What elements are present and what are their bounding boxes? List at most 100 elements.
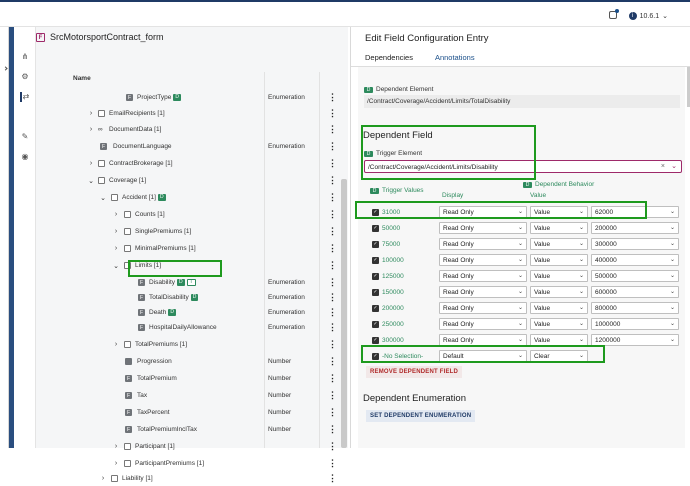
more-icon[interactable]: ⋮ <box>328 192 337 203</box>
mode-select[interactable]: Value ⌄ <box>530 254 588 266</box>
tree-row[interactable]: › SinglePremiums [1] ⋮ <box>36 224 348 239</box>
more-icon[interactable]: ⋮ <box>328 424 337 435</box>
more-icon[interactable]: ⋮ <box>328 124 337 135</box>
set-dependent-enumeration-button[interactable]: SET DEPENDENT ENUMERATION <box>366 410 476 422</box>
tree-row[interactable]: ⌄ Coverage [1] ⋮ <box>36 173 348 188</box>
tree-row[interactable]: F ProjectType D Enumeration ⋮ <box>36 90 348 105</box>
tree-row[interactable]: F TotalPremium Number ⋮ <box>36 371 348 386</box>
chevron-right-icon[interactable]: › <box>88 160 94 167</box>
tree-row[interactable]: › EmailRecipients [1] ⋮ <box>36 106 348 121</box>
more-icon[interactable]: ⋮ <box>328 108 337 119</box>
more-icon[interactable]: ⋮ <box>328 243 337 254</box>
mode-select[interactable]: Value ⌄ <box>530 238 588 250</box>
row-checkbox[interactable]: ✓ <box>372 225 379 232</box>
eye-icon[interactable]: ◉ <box>20 152 30 162</box>
mode-select[interactable]: Value ⌄ <box>530 302 588 314</box>
more-icon[interactable]: ⋮ <box>328 260 337 271</box>
more-icon[interactable]: ⋮ <box>328 390 337 401</box>
display-select[interactable]: Read Only ⌄ <box>439 286 527 298</box>
value-select[interactable]: 600000 ⌄ <box>591 286 679 298</box>
tree-row[interactable]: › Liability [1] ⋮ <box>36 471 348 486</box>
notification-icon[interactable] <box>609 9 619 19</box>
gear-icon[interactable]: ⚙ <box>20 72 30 82</box>
more-icon[interactable]: ⋮ <box>328 292 337 303</box>
tree-row[interactable]: Progression Number ⋮ <box>36 354 348 369</box>
more-icon[interactable]: ⋮ <box>328 158 337 169</box>
display-select[interactable]: Read Only ⌄ <box>439 318 527 330</box>
display-select[interactable]: Read Only ⌄ <box>439 222 527 234</box>
chevron-down-icon[interactable]: ⌄ <box>88 177 94 185</box>
more-icon[interactable]: ⋮ <box>328 373 337 384</box>
tree-row[interactable]: › Counts [1] ⋮ <box>36 207 348 222</box>
more-icon[interactable]: ⋮ <box>328 141 337 152</box>
more-icon[interactable]: ⋮ <box>328 458 337 469</box>
row-checkbox[interactable]: ✓ <box>372 321 379 328</box>
value-select[interactable]: 800000 ⌄ <box>591 302 679 314</box>
tree-row[interactable]: F HospitalDailyAllowance Enumeration ⋮ <box>36 320 348 335</box>
row-checkbox[interactable]: ✓ <box>372 337 379 344</box>
collapse-strip[interactable] <box>0 27 9 448</box>
swap-icon[interactable]: ⇄ <box>20 92 30 102</box>
row-checkbox[interactable]: ✓ <box>372 257 379 264</box>
tree-row[interactable]: › MinimalPremiums [1] ⋮ <box>36 241 348 256</box>
chevron-right-icon[interactable]: › <box>113 341 119 348</box>
value-select[interactable]: 200000 ⌄ <box>591 222 679 234</box>
tree-row[interactable]: ⌄ Accident [1] D ⋮ <box>36 190 348 205</box>
chevron-right-icon[interactable]: › <box>113 211 119 218</box>
chevron-right-icon[interactable]: › <box>113 460 119 467</box>
display-select[interactable]: Read Only ⌄ <box>439 270 527 282</box>
chevron-down-icon[interactable]: ⌄ <box>100 194 106 202</box>
tree-row[interactable]: › ∞ DocumentData [1] ⋮ <box>36 122 348 137</box>
more-icon[interactable]: ⋮ <box>328 277 337 288</box>
mode-select[interactable]: Value ⌄ <box>530 270 588 282</box>
chevron-right-icon[interactable]: › <box>100 475 106 482</box>
chevron-right-icon[interactable]: › <box>113 245 119 252</box>
tree-row[interactable]: F TotalPremiumInclTax Number ⋮ <box>36 422 348 437</box>
tree-scrollbar[interactable] <box>341 179 347 448</box>
chevron-down-icon[interactable]: ⌄ <box>113 262 119 270</box>
display-select[interactable]: Read Only ⌄ <box>439 302 527 314</box>
tree-row[interactable]: F DocumentLanguage Enumeration ⋮ <box>36 139 348 154</box>
mode-select[interactable]: Value ⌄ <box>530 318 588 330</box>
clear-icon[interactable]: × <box>661 163 665 170</box>
more-icon[interactable]: ⋮ <box>328 209 337 220</box>
more-icon[interactable]: ⋮ <box>328 356 337 367</box>
more-icon[interactable]: ⋮ <box>328 441 337 452</box>
mode-select[interactable]: Value ⌄ <box>530 286 588 298</box>
tree-row[interactable]: › Participant [1] ⋮ <box>36 439 348 454</box>
more-icon[interactable]: ⋮ <box>328 92 337 103</box>
edit-icon[interactable]: ✎ <box>20 132 30 142</box>
more-icon[interactable]: ⋮ <box>328 307 337 318</box>
tree-row[interactable]: F TotalDisability D Enumeration ⋮ <box>36 290 348 305</box>
tree-row[interactable]: F Disability D T Enumeration ⋮ <box>36 275 348 290</box>
display-select[interactable]: Read Only ⌄ <box>439 254 527 266</box>
row-checkbox[interactable]: ✓ <box>372 273 379 280</box>
more-icon[interactable]: ⋮ <box>328 407 337 418</box>
remove-dependent-field-button[interactable]: REMOVE DEPENDENT FIELD <box>366 366 463 378</box>
row-checkbox[interactable]: ✓ <box>372 241 379 248</box>
chevron-right-icon[interactable]: › <box>113 228 119 235</box>
more-icon[interactable]: ⋮ <box>328 226 337 237</box>
mode-select[interactable]: Value ⌄ <box>530 222 588 234</box>
value-select[interactable]: 300000 ⌄ <box>591 238 679 250</box>
display-select[interactable]: Read Only ⌄ <box>439 238 527 250</box>
more-icon[interactable]: ⋮ <box>328 339 337 350</box>
more-icon[interactable]: ⋮ <box>328 175 337 186</box>
chevron-right-icon[interactable]: › <box>88 126 94 133</box>
value-select[interactable]: 500000 ⌄ <box>591 270 679 282</box>
hierarchy-icon[interactable]: ⋔ <box>20 52 30 62</box>
tree-row[interactable]: F Death D Enumeration ⋮ <box>36 305 348 320</box>
version-indicator[interactable]: i 10.6.1 ⌄ <box>628 12 668 20</box>
tree-row[interactable]: F Tax Number ⋮ <box>36 388 348 403</box>
more-icon[interactable]: ⋮ <box>328 322 337 333</box>
tree-row[interactable]: › TotalPremiums [1] ⋮ <box>36 337 348 352</box>
chevron-down-icon[interactable]: ⌄ <box>671 162 677 170</box>
row-checkbox[interactable]: ✓ <box>372 305 379 312</box>
tree-row[interactable]: › ParticipantPremiums [1] ⋮ <box>36 456 348 471</box>
value-select[interactable]: 1000000 ⌄ <box>591 318 679 330</box>
row-checkbox[interactable]: ✓ <box>372 289 379 296</box>
tree-row[interactable]: F TaxPercent Number ⋮ <box>36 405 348 420</box>
chevron-right-icon[interactable]: › <box>113 443 119 450</box>
tree-row[interactable]: › ContractBrokerage [1] ⋮ <box>36 156 348 171</box>
more-icon[interactable]: ⋮ <box>328 473 337 484</box>
